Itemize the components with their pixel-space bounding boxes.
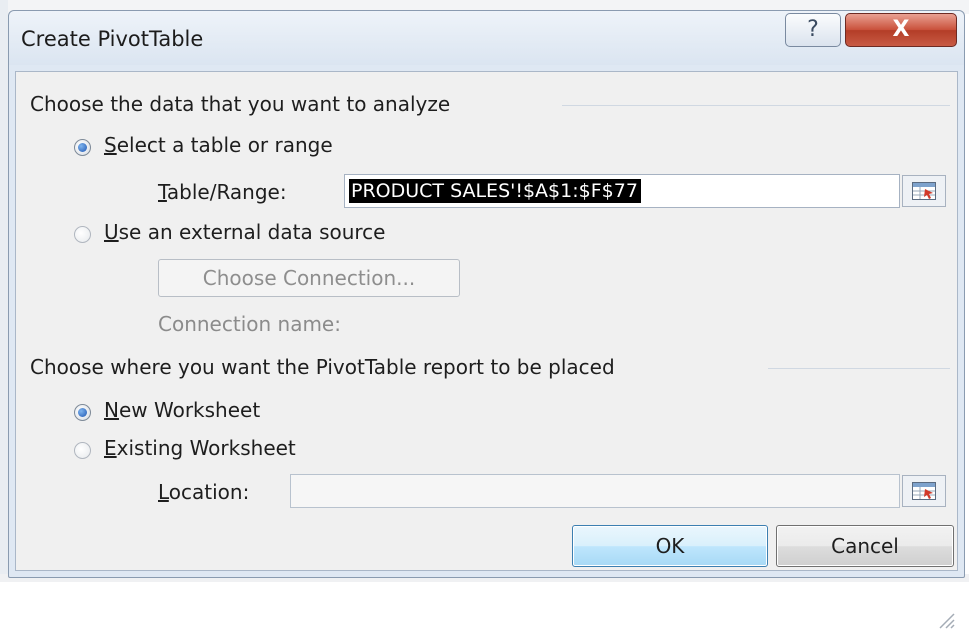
table-range-value: PRODUCT SALES'!$A$1:$F$77	[349, 179, 641, 203]
location-input[interactable]	[290, 474, 900, 508]
resize-grip-icon[interactable]	[934, 608, 956, 630]
location-collapse-button[interactable]	[902, 475, 946, 507]
ok-button[interactable]: OK	[572, 525, 768, 567]
new-worksheet-radio[interactable]	[74, 404, 91, 421]
help-button[interactable]: ?	[785, 13, 841, 47]
placement-section-heading: Choose where you want the PivotTable rep…	[30, 355, 615, 379]
create-pivottable-dialog: Create PivotTable ? X Choose the data th…	[8, 10, 965, 629]
help-icon: ?	[807, 17, 819, 42]
data-section-heading: Choose the data that you want to analyze	[30, 92, 451, 116]
placement-section-divider	[768, 368, 950, 369]
range-selector-icon	[912, 482, 936, 500]
table-range-collapse-button[interactable]	[902, 175, 946, 207]
dialog-titlebar[interactable]: Create PivotTable ? X	[9, 11, 964, 65]
close-icon: X	[892, 17, 910, 42]
background-strip-left	[0, 0, 8, 582]
connection-name-label: Connection name:	[158, 312, 341, 336]
external-source-radio[interactable]	[74, 226, 91, 243]
cancel-button[interactable]: Cancel	[776, 525, 954, 567]
existing-worksheet-radio[interactable]	[74, 442, 91, 459]
location-label: Location:	[158, 480, 250, 504]
external-source-label[interactable]: Use an external data source	[104, 220, 386, 244]
choose-connection-button[interactable]: Choose Connection...	[158, 259, 460, 297]
dialog-body: Choose the data that you want to analyze…	[15, 71, 958, 629]
new-worksheet-label[interactable]: New Worksheet	[104, 398, 260, 422]
data-section-divider	[562, 105, 950, 106]
dialog-title: Create PivotTable	[21, 27, 204, 51]
range-selector-icon	[912, 182, 936, 200]
table-range-label: Table/Range:	[158, 180, 287, 204]
select-table-range-radio[interactable]	[74, 139, 91, 156]
close-button[interactable]: X	[845, 13, 957, 47]
select-table-range-label[interactable]: Select a table or range	[104, 133, 333, 157]
existing-worksheet-label[interactable]: Existing Worksheet	[104, 436, 296, 460]
table-range-input[interactable]: PRODUCT SALES'!$A$1:$F$77	[344, 174, 900, 208]
